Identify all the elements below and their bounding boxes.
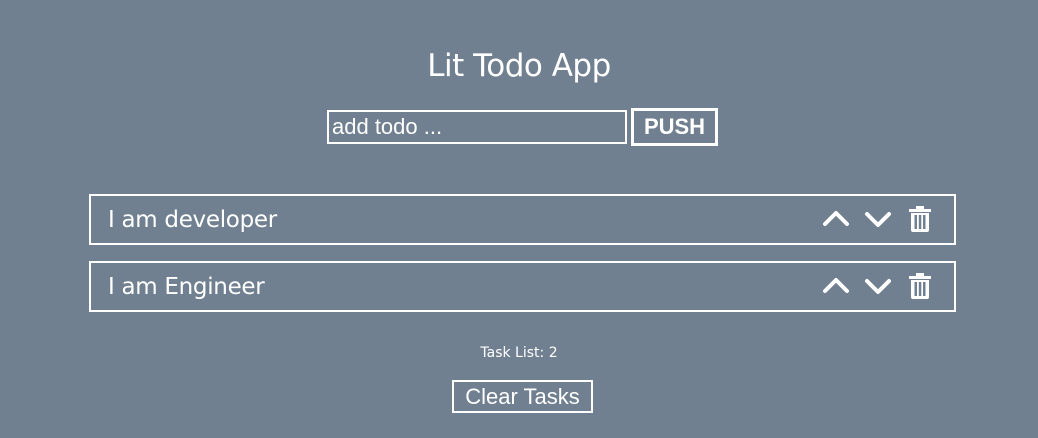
task-item: I am developer (89, 194, 956, 245)
app-title: Lit Todo App (427, 48, 611, 84)
trash-icon[interactable] (906, 272, 934, 300)
task-text: I am Engineer (108, 274, 265, 300)
chevron-up-icon[interactable] (822, 272, 850, 300)
chevron-up-icon[interactable] (822, 205, 850, 233)
clear-tasks-button[interactable]: Clear Tasks (452, 380, 593, 413)
task-count: Task List: 2 (480, 345, 558, 361)
add-todo-input[interactable] (327, 110, 627, 144)
push-button[interactable]: PUSH (631, 108, 718, 146)
trash-icon[interactable] (906, 205, 934, 233)
chevron-down-icon[interactable] (864, 272, 892, 300)
task-text: I am developer (108, 207, 277, 233)
chevron-down-icon[interactable] (864, 205, 892, 233)
task-list: I am developer I am Engineer (89, 194, 956, 328)
task-item: I am Engineer (89, 261, 956, 312)
